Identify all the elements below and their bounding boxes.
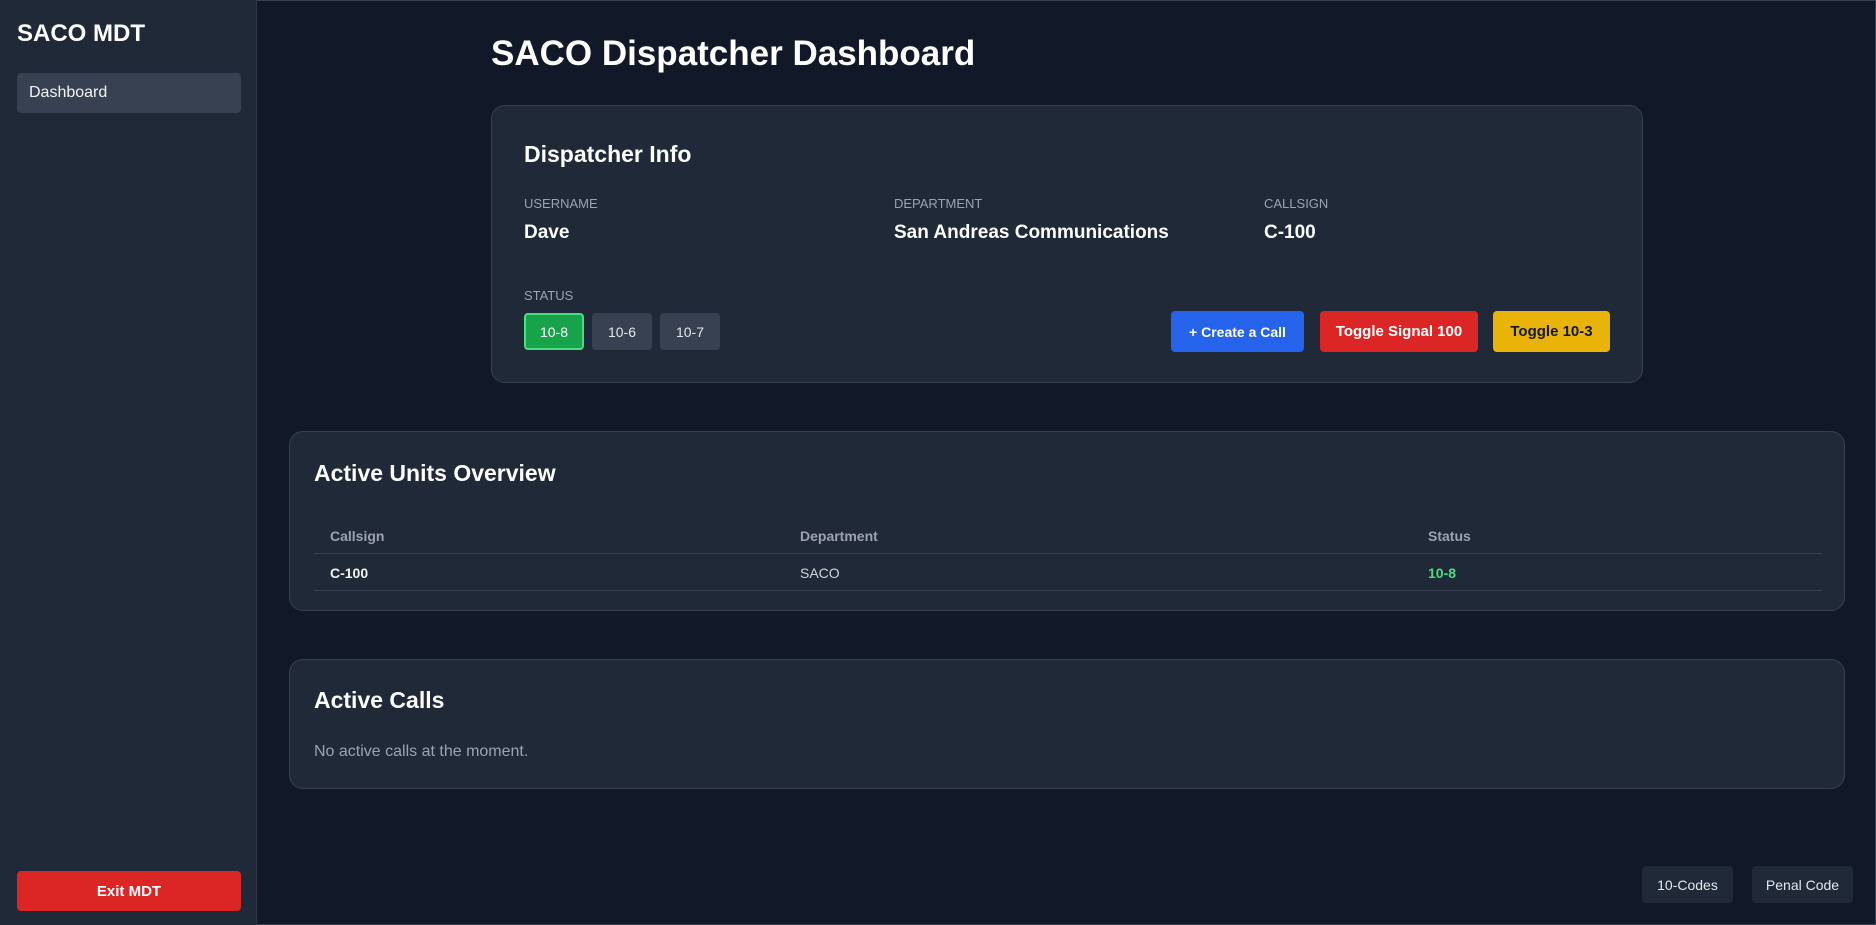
- callsign-label: CALLSIGN: [1264, 196, 1329, 211]
- department-value: San Andreas Communications: [894, 222, 1169, 243]
- column-header-department: Department: [800, 528, 878, 544]
- status-10-6-button[interactable]: 10-6: [592, 313, 652, 350]
- table-header: Callsign Department Status: [314, 518, 1822, 554]
- column-header-callsign: Callsign: [330, 528, 385, 544]
- active-units-title: Active Units Overview: [314, 460, 556, 486]
- sidebar-item-dashboard[interactable]: Dashboard: [17, 73, 241, 113]
- brand-title: SACO MDT: [17, 20, 145, 47]
- active-calls-card: Active Calls No active calls at the mome…: [289, 659, 1845, 789]
- create-call-button[interactable]: + Create a Call: [1171, 311, 1304, 352]
- sidebar: SACO MDT Dashboard Exit MDT: [0, 0, 257, 925]
- username-label: USERNAME: [524, 196, 598, 211]
- page-title: SACO Dispatcher Dashboard: [491, 34, 976, 73]
- status-label: STATUS: [524, 288, 574, 303]
- unit-department: SACO: [800, 565, 840, 581]
- toggle-10-3-button[interactable]: Toggle 10-3: [1493, 311, 1610, 352]
- unit-status: 10-8: [1428, 565, 1457, 581]
- column-header-status: Status: [1428, 528, 1471, 544]
- active-calls-title: Active Calls: [314, 687, 445, 713]
- units-table: Callsign Department Status C-100 SACO 10…: [314, 518, 1822, 591]
- callsign-value: C-100: [1264, 222, 1316, 243]
- dispatcher-info-title: Dispatcher Info: [524, 141, 692, 167]
- dispatcher-info-card: Dispatcher Info USERNAME Dave DEPARTMENT…: [491, 105, 1643, 383]
- status-10-8-button[interactable]: 10-8: [524, 313, 584, 350]
- toggle-signal-100-button[interactable]: Toggle Signal 100: [1320, 311, 1478, 352]
- username-value: Dave: [524, 222, 570, 243]
- no-calls-message: No active calls at the moment.: [314, 743, 529, 760]
- department-label: DEPARTMENT: [894, 196, 983, 211]
- penal-code-button[interactable]: Penal Code: [1752, 866, 1853, 903]
- status-10-7-button[interactable]: 10-7: [660, 313, 720, 350]
- ten-codes-button[interactable]: 10-Codes: [1642, 866, 1733, 903]
- exit-mdt-button[interactable]: Exit MDT: [17, 871, 241, 911]
- table-row: C-100 SACO 10-8: [314, 554, 1822, 591]
- unit-callsign: C-100: [330, 565, 369, 581]
- active-units-card: Active Units Overview Callsign Departmen…: [289, 431, 1845, 611]
